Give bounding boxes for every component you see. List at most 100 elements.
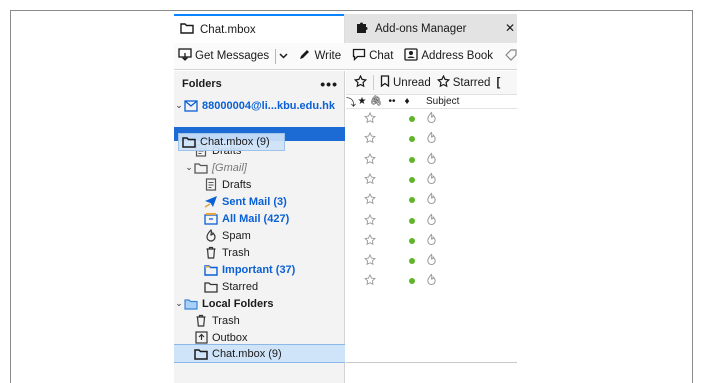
folder-row-sent-mail[interactable]: Sent Mail (3)	[174, 193, 345, 210]
folder-row-starred[interactable]: Starred	[174, 278, 345, 295]
column-header-row: ⤵ ★ 🖇 •• ♦ Subject	[346, 95, 517, 109]
thread-column-icon[interactable]: ⤵	[346, 94, 356, 109]
junk-icon[interactable]	[426, 253, 438, 267]
junk-icon[interactable]	[426, 273, 438, 287]
star-icon	[436, 74, 450, 91]
unread-dot-icon[interactable]	[409, 237, 415, 244]
attachment-column-icon[interactable]: 🖇	[368, 96, 384, 107]
folder-pane-title: Folders	[182, 78, 222, 90]
tab-addons-manager[interactable]: Add-ons Manager ✕	[345, 14, 517, 43]
folder-label: Spam	[222, 229, 251, 242]
read-status-column-icon[interactable]: ••	[384, 96, 400, 107]
unread-dot-icon[interactable]	[409, 176, 415, 183]
pin-icon[interactable]	[353, 74, 368, 91]
unread-dot-icon[interactable]	[409, 136, 415, 143]
star-icon[interactable]	[364, 152, 376, 165]
close-icon[interactable]: ✕	[505, 21, 515, 35]
tab-label: Chat.mbox	[200, 23, 256, 36]
drafts-icon	[204, 178, 218, 192]
chevron-down-icon[interactable]: ⌄	[184, 162, 194, 173]
message-row[interactable]	[346, 170, 517, 190]
folder-label: Drafts	[222, 178, 252, 191]
folder-row-account[interactable]: ⌄ 88000004@li...kbu.edu.hk	[174, 97, 345, 114]
star-icon[interactable]	[364, 172, 376, 185]
starred-filter-button[interactable]: Starred	[436, 74, 490, 91]
message-row[interactable]	[346, 271, 517, 291]
folder-pane-header: Folders •••	[174, 71, 344, 97]
unread-dot-icon[interactable]	[409, 197, 415, 204]
chevron-down-icon[interactable]: ⌄	[174, 298, 184, 309]
folder-row-gmail[interactable]: ⌄ [Gmail]	[174, 159, 345, 176]
folder-icon	[194, 161, 208, 175]
folder-row-local-folders[interactable]: ⌄ Local Folders	[174, 295, 345, 312]
star-icon[interactable]	[364, 111, 376, 124]
folder-label: Starred	[222, 280, 259, 293]
folder-pane-menu-button[interactable]: •••	[320, 77, 338, 91]
tab-label: Add-ons Manager	[375, 22, 467, 35]
download-icon	[178, 48, 192, 64]
unread-dot-icon[interactable]	[409, 116, 415, 122]
main-toolbar: Get Messages Write Chat Address Book	[174, 43, 517, 70]
junk-icon[interactable]	[426, 192, 438, 206]
star-column-icon[interactable]: ★	[356, 96, 368, 107]
junk-column-icon[interactable]: ♦	[400, 96, 414, 107]
junk-icon[interactable]	[426, 131, 438, 145]
folder-row-spam[interactable]: Spam	[174, 227, 345, 244]
tab-chat-mbox[interactable]: Chat.mbox	[174, 14, 344, 43]
junk-icon[interactable]	[426, 152, 438, 166]
folder-row-gmail-drafts[interactable]: Drafts	[174, 176, 345, 193]
trash-icon	[194, 314, 208, 328]
chevron-down-icon[interactable]	[279, 51, 288, 61]
folder-row-important[interactable]: Important (37)	[174, 261, 345, 278]
star-icon[interactable]	[364, 253, 376, 266]
folder-label: Chat.mbox (9)	[212, 347, 282, 360]
column-subject[interactable]: Subject	[414, 96, 459, 107]
junk-icon[interactable]	[426, 233, 438, 247]
message-row[interactable]	[346, 251, 517, 271]
contact-icon[interactable]: [	[496, 77, 500, 89]
folder-label: Sent Mail (3)	[222, 195, 287, 208]
message-row[interactable]	[346, 190, 517, 210]
folder-icon	[184, 297, 198, 311]
junk-icon[interactable]	[426, 213, 438, 227]
junk-icon[interactable]	[426, 172, 438, 186]
star-icon[interactable]	[364, 233, 376, 246]
folder-label: Trash	[212, 314, 240, 327]
folder-row-chat-mbox[interactable]: Chat.mbox (9)	[174, 344, 345, 363]
folder-row-local-trash[interactable]: Trash	[174, 312, 345, 329]
folder-row-all-mail[interactable]: All Mail (427)	[174, 210, 345, 227]
unread-dot-icon[interactable]	[409, 156, 415, 163]
star-icon[interactable]	[364, 193, 376, 205]
message-row[interactable]	[346, 109, 517, 129]
message-row[interactable]	[346, 211, 517, 231]
folder-icon	[182, 137, 196, 148]
quick-filter-bar: Unread Starred [	[346, 71, 517, 95]
tag-icon[interactable]	[505, 48, 517, 64]
unread-dot-icon[interactable]	[409, 278, 415, 285]
unread-dot-icon[interactable]	[409, 258, 415, 265]
write-button[interactable]: Write	[296, 48, 343, 64]
message-list-pane: Unread Starred [ ⤵ ★ 🖇 •• ♦ Subject	[346, 71, 517, 383]
chat-button[interactable]: Chat	[350, 48, 395, 64]
folder-row-trash[interactable]: Trash	[174, 244, 345, 261]
address-book-label: Address Book	[421, 50, 493, 62]
star-icon[interactable]	[364, 213, 376, 226]
star-icon[interactable]	[364, 274, 376, 286]
write-label: Write	[314, 50, 342, 62]
unread-filter-button[interactable]: Unread	[380, 75, 431, 90]
message-row[interactable]	[346, 129, 517, 149]
message-row[interactable]	[346, 231, 517, 251]
folder-label: [Gmail]	[212, 161, 247, 174]
get-messages-button[interactable]: Get Messages	[176, 48, 271, 64]
trash-icon	[204, 246, 218, 260]
address-book-button[interactable]: Address Book	[402, 48, 495, 64]
junk-icon[interactable]	[426, 111, 438, 125]
folder-icon	[204, 280, 218, 294]
message-row[interactable]	[346, 150, 517, 170]
folder-icon	[204, 263, 218, 277]
unread-dot-icon[interactable]	[409, 217, 415, 224]
star-icon[interactable]	[364, 132, 376, 144]
chevron-down-icon[interactable]: ⌄	[174, 100, 184, 111]
pane-divider	[346, 362, 517, 363]
chat-icon	[352, 48, 366, 64]
